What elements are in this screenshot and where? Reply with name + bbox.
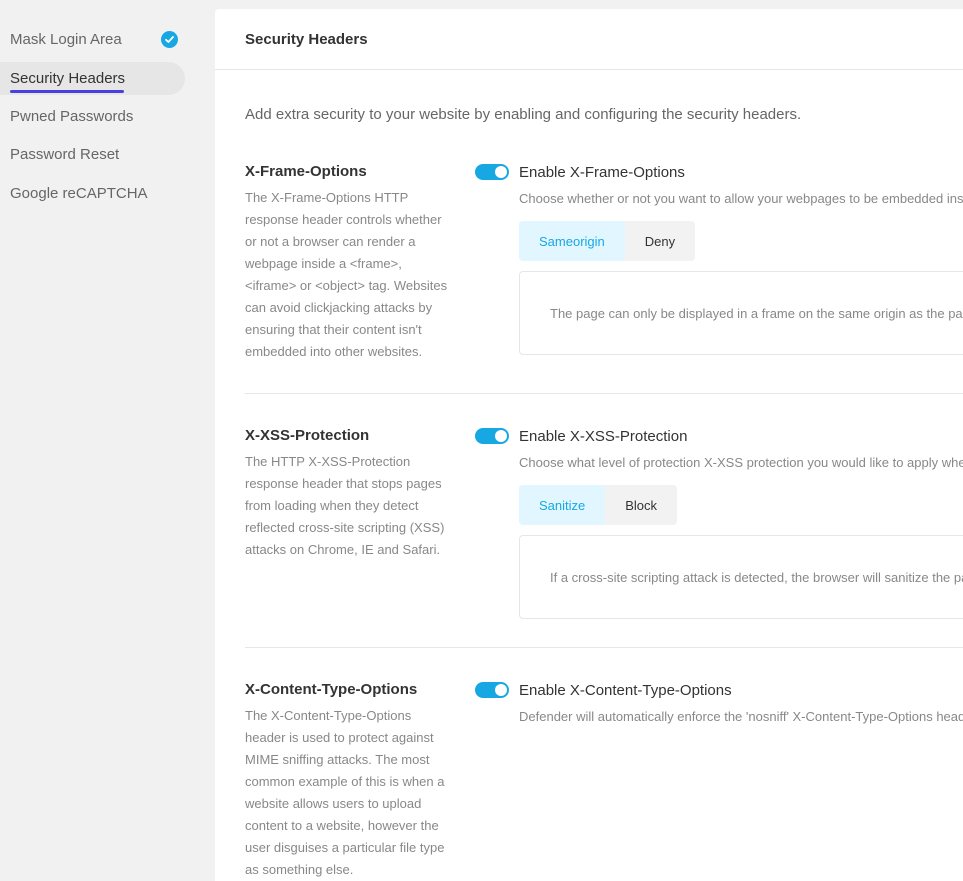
- sidebar: Mask Login Area Security Headers Pwned P…: [0, 0, 215, 881]
- divider: [245, 393, 963, 394]
- section-description: The HTTP X-XSS-Protection response heade…: [245, 454, 445, 557]
- tab-panel: The page can only be displayed in a fram…: [519, 271, 963, 355]
- section-description: The X-Frame-Options HTTP response header…: [245, 190, 448, 359]
- divider: [245, 647, 963, 648]
- toggle-label: Enable X-Frame-Options: [519, 163, 685, 181]
- sidebar-item-pwned-passwords[interactable]: Pwned Passwords: [0, 100, 185, 133]
- section-description: The X-Content-Type-Options header is use…: [245, 708, 445, 877]
- tab-sameorigin[interactable]: Sameorigin: [519, 221, 625, 261]
- toggle-knob: [495, 430, 507, 442]
- intro-text: Add extra security to your website by en…: [245, 106, 802, 123]
- section-settings: Enable X-Frame-Options Choose whether or…: [475, 162, 963, 355]
- security-headers-box: Security Headers Add extra security to y…: [215, 9, 963, 881]
- tab-panel: If a cross-site scripting attack is dete…: [519, 535, 963, 619]
- x-frame-options-toggle[interactable]: [475, 164, 509, 180]
- section-title: X-Content-Type-Options: [245, 681, 418, 698]
- sidebar-item-password-reset[interactable]: Password Reset: [0, 138, 185, 171]
- section-settings: Enable X-XSS-Protection Choose what leve…: [475, 426, 963, 619]
- x-frame-options-tabs: Sameorigin Deny: [519, 221, 696, 261]
- sidebar-item-label: Password Reset: [10, 146, 120, 163]
- sidebar-item-security-headers[interactable]: Security Headers: [0, 62, 185, 95]
- tab-deny[interactable]: Deny: [625, 221, 695, 261]
- toggle-knob: [495, 166, 507, 178]
- box-header: Security Headers: [215, 9, 963, 70]
- field-description: Choose whether or not you want to allow …: [519, 191, 963, 206]
- toggle-label: Enable X-Content-Type-Options: [519, 681, 732, 699]
- section-settings: Enable X-Content-Type-Options Defender w…: [475, 680, 963, 727]
- x-xss-protection-tabs: Sanitize Block: [519, 485, 678, 525]
- x-content-type-options-toggle[interactable]: [475, 682, 509, 698]
- active-indicator: [10, 90, 124, 93]
- sidebar-item-google-recaptcha[interactable]: Google reCAPTCHA: [0, 177, 185, 210]
- tab-block[interactable]: Block: [605, 485, 677, 525]
- section-title: X-Frame-Options: [245, 163, 367, 180]
- section-info: X-Content-Type-Options The X-Content-Typ…: [245, 680, 450, 881]
- sidebar-item-label: Pwned Passwords: [10, 108, 134, 125]
- field-description: Defender will automatically enforce the …: [519, 709, 963, 724]
- section-title: X-XSS-Protection: [245, 427, 370, 444]
- field-description: Choose what level of protection X-XSS pr…: [519, 455, 963, 470]
- page-title: Security Headers: [245, 30, 368, 48]
- x-xss-protection-toggle[interactable]: [475, 428, 509, 444]
- toggle-label: Enable X-XSS-Protection: [519, 427, 688, 445]
- sidebar-item-label: Mask Login Area: [10, 31, 122, 48]
- toggle-knob: [495, 684, 507, 696]
- section-info: X-XSS-Protection The HTTP X-XSS-Protecti…: [245, 426, 450, 561]
- sidebar-item-mask-login-area[interactable]: Mask Login Area: [0, 23, 185, 56]
- sidebar-item-label: Google reCAPTCHA: [10, 185, 148, 202]
- check-circle-icon: [161, 31, 178, 48]
- tab-sanitize[interactable]: Sanitize: [519, 485, 606, 525]
- section-info: X-Frame-Options The X-Frame-Options HTTP…: [245, 162, 450, 363]
- sidebar-item-label: Security Headers: [10, 70, 126, 87]
